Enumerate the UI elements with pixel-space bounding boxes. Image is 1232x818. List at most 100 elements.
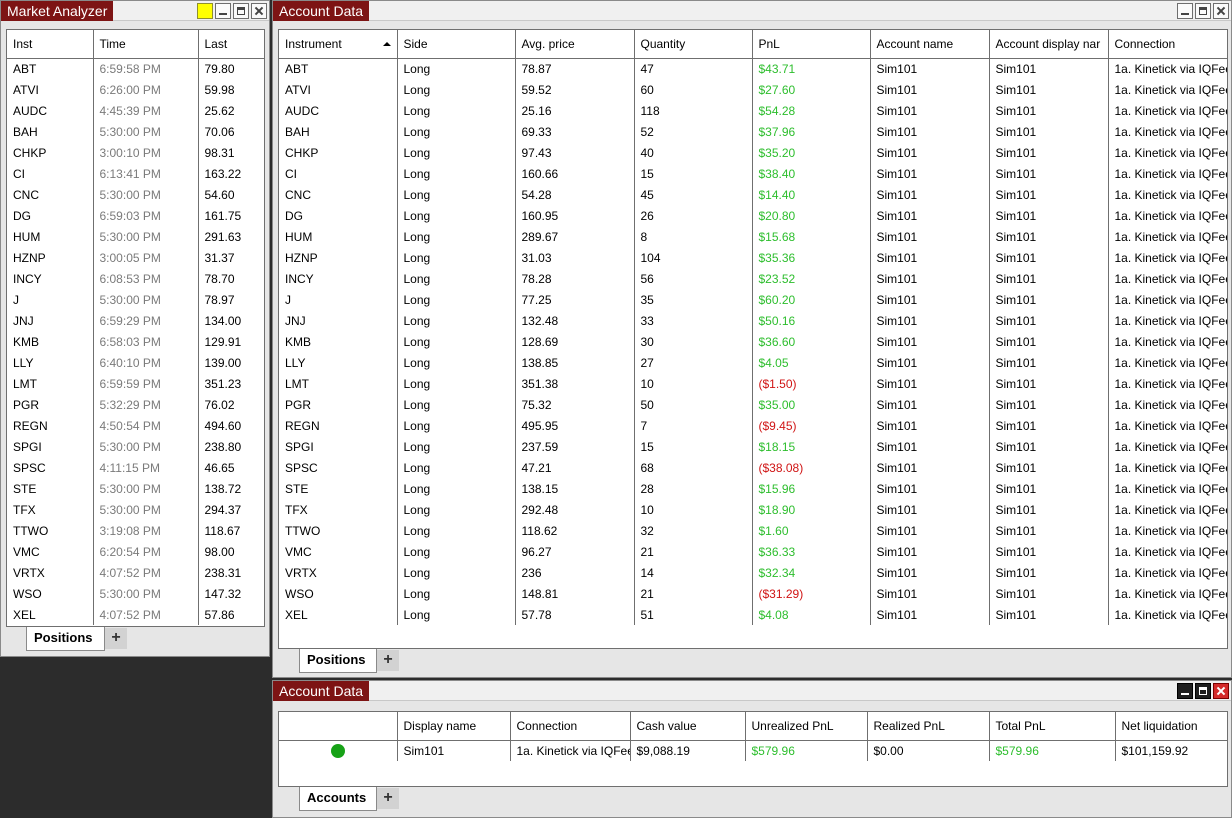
table-row[interactable]: AUDC Long 25.16 118 $54.28 Sim101 Sim101 1a. Ki…	[279, 100, 1227, 121]
account-name-cell: Sim101	[870, 100, 990, 121]
table-row[interactable]: KMB Long 128.69 30 $36.60 Sim101 Sim101 1a. Kin…	[279, 331, 1227, 352]
account-display-name-cell: Sim101	[989, 478, 1109, 499]
minimize-icon[interactable]	[215, 3, 231, 19]
table-row[interactable]: HZNP 3:00:05 PM 31.37	[7, 247, 264, 268]
table-row[interactable]: JNJ 6:59:29 PM 134.00	[7, 310, 264, 331]
table-row[interactable]: CI Long 160.66 15 $38.40 Sim101 Sim101 1a. Kine…	[279, 163, 1227, 184]
table-row[interactable]: REGN Long 495.95 7 ($9.45) Sim101 Sim101 1a. Ki…	[279, 415, 1227, 436]
column-header-realized-pnl[interactable]: Realized PnL	[867, 712, 990, 741]
add-tab-button[interactable]: +	[377, 650, 399, 671]
column-header-inst[interactable]: Inst	[7, 30, 94, 59]
table-row[interactable]: CNC 5:30:00 PM 54.60	[7, 184, 264, 205]
table-row[interactable]: HUM Long 289.67 8 $15.68 Sim101 Sim101 1a. Kine…	[279, 226, 1227, 247]
table-row[interactable]: TTWO 3:19:08 PM 118.67	[7, 520, 264, 541]
table-row[interactable]: SPGI Long 237.59 15 $18.15 Sim101 Sim101 1a. Ki…	[279, 436, 1227, 457]
table-row[interactable]: SPGI 5:30:00 PM 238.80	[7, 436, 264, 457]
market-analyzer-titlebar[interactable]: Market Analyzer	[1, 1, 269, 21]
table-row[interactable]: DG Long 160.95 26 $20.80 Sim101 Sim101 1a. Kine…	[279, 205, 1227, 226]
table-row[interactable]: BAH 5:30:00 PM 70.06	[7, 121, 264, 142]
table-row[interactable]: LMT Long 351.38 10 ($1.50) Sim101 Sim101 1a. Ki…	[279, 373, 1227, 394]
column-header-unrealized-pnl[interactable]: Unrealized PnL	[745, 712, 868, 741]
table-row[interactable]: VRTX 4:07:52 PM 238.31	[7, 562, 264, 583]
table-row[interactable]: TFX 5:30:00 PM 294.37	[7, 499, 264, 520]
table-row[interactable]: REGN 4:50:54 PM 494.60	[7, 415, 264, 436]
account-display-name-cell: Sim101	[989, 562, 1109, 583]
account-display-name-cell: Sim101	[989, 520, 1109, 541]
maximize-icon[interactable]	[1195, 3, 1211, 19]
minimize-icon[interactable]	[1177, 3, 1193, 19]
table-row[interactable]: AUDC 4:45:39 PM 25.62	[7, 100, 264, 121]
table-row[interactable]: WSO 5:30:00 PM 147.32	[7, 583, 264, 604]
table-row[interactable]: INCY Long 78.28 56 $23.52 Sim101 Sim101 1a. Kin…	[279, 268, 1227, 289]
table-row[interactable]: VRTX Long 236 14 $32.34 Sim101 Sim101 1a. Kinet…	[279, 562, 1227, 583]
table-row[interactable]: HUM 5:30:00 PM 291.63	[7, 226, 264, 247]
table-row[interactable]: PGR Long 75.32 50 $35.00 Sim101 Sim101 1a. Kine…	[279, 394, 1227, 415]
link-color-icon[interactable]	[197, 3, 213, 19]
table-row[interactable]: STE 5:30:00 PM 138.72	[7, 478, 264, 499]
column-header-last[interactable]: Last	[198, 30, 264, 59]
table-row[interactable]: CHKP 3:00:10 PM 98.31	[7, 142, 264, 163]
table-row[interactable]: SPSC 4:11:15 PM 46.65	[7, 457, 264, 478]
table-row[interactable]: XEL 4:07:52 PM 57.86	[7, 604, 264, 625]
table-row[interactable]: ABT Long 78.87 47 $43.71 Sim101 Sim101 1a. Kine…	[279, 58, 1227, 79]
table-row[interactable]: CHKP Long 97.43 40 $35.20 Sim101 Sim101 1a. Kin…	[279, 142, 1227, 163]
close-icon[interactable]	[1213, 683, 1229, 699]
table-row[interactable]: HZNP Long 31.03 104 $35.36 Sim101 Sim101 1a. Ki…	[279, 247, 1228, 268]
column-header-side[interactable]: Side	[397, 30, 516, 59]
table-row[interactable]: XEL Long 57.78 51 $4.08 Sim101 Sim101 1a. Kinet…	[279, 604, 1227, 625]
table-row[interactable]: WSO Long 148.81 21 ($31.29) Sim101 Sim101 1a. K…	[279, 583, 1227, 604]
column-header-net-liquidation[interactable]: Net liquidation	[1115, 712, 1227, 741]
column-header-pnl[interactable]: PnL	[752, 30, 871, 59]
tab-positions[interactable]: Positions	[299, 649, 377, 673]
maximize-icon[interactable]	[233, 3, 249, 19]
minimize-icon[interactable]	[1177, 683, 1193, 699]
table-row[interactable]: DG 6:59:03 PM 161.75	[7, 205, 264, 226]
quantity-cell: 68	[634, 457, 753, 478]
pnl-cell: ($31.29)	[752, 583, 871, 604]
positions-titlebar[interactable]: Account Data	[273, 1, 1231, 21]
table-row[interactable]: CI 6:13:41 PM 163.22	[7, 163, 264, 184]
table-row[interactable]: ATVI Long 59.52 60 $27.60 Sim101 Sim101 1a. Kin…	[279, 79, 1227, 100]
table-row[interactable]: J Long 77.25 35 $60.20 Sim101 Sim101 1a. Kineti…	[279, 289, 1227, 310]
column-header-account-name[interactable]: Account name	[870, 30, 990, 59]
table-row[interactable]: SPSC Long 47.21 68 ($38.08) Sim101 Sim101 1a. K…	[279, 457, 1227, 478]
table-row[interactable]: CNC Long 54.28 45 $14.40 Sim101 Sim101 1a. Kine…	[279, 184, 1227, 205]
close-icon[interactable]	[251, 3, 267, 19]
table-row[interactable]: ABT 6:59:58 PM 79.80	[7, 58, 264, 79]
account-row[interactable]: Sim101 1a. Kinetick via IQFeed $9,088.19…	[279, 740, 1227, 761]
table-row[interactable]: TFX Long 292.48 10 $18.90 Sim101 Sim101 1a. Kin…	[279, 499, 1227, 520]
column-header-status[interactable]	[279, 712, 398, 741]
column-header-account-display-name[interactable]: Account display nar	[989, 30, 1109, 59]
add-tab-button[interactable]: +	[105, 628, 127, 649]
close-icon[interactable]	[1213, 3, 1229, 19]
column-header-total-pnl[interactable]: Total PnL	[989, 712, 1116, 741]
column-header-cash-value[interactable]: Cash value	[630, 712, 746, 741]
maximize-icon[interactable]	[1195, 683, 1211, 699]
table-row[interactable]: JNJ Long 132.48 33 $50.16 Sim101 Sim101 1a. Kin…	[279, 310, 1227, 331]
column-header-avg-price[interactable]: Avg. price	[515, 30, 635, 59]
table-row[interactable]: KMB 6:58:03 PM 129.91	[7, 331, 264, 352]
table-row[interactable]: LMT 6:59:59 PM 351.23	[7, 373, 264, 394]
column-header-instrument[interactable]: Instrument	[279, 30, 398, 59]
column-header-connection[interactable]: Connection	[510, 712, 631, 741]
connection-cell: 1a. Kinetick via IQFeed	[1114, 250, 1228, 265]
table-row[interactable]: BAH Long 69.33 52 $37.96 Sim101 Sim101 1a. Kine…	[279, 121, 1227, 142]
table-row[interactable]: ATVI 6:26:00 PM 59.98	[7, 79, 264, 100]
column-header-connection[interactable]: Connection	[1108, 30, 1227, 59]
table-row[interactable]: LLY 6:40:10 PM 139.00	[7, 352, 264, 373]
accounts-titlebar[interactable]: Account Data	[273, 681, 1231, 701]
table-row[interactable]: TTWO Long 118.62 32 $1.60 Sim101 Sim101 1a. Kin…	[279, 520, 1227, 541]
tab-positions[interactable]: Positions	[26, 627, 105, 651]
table-row[interactable]: VMC 6:20:54 PM 98.00	[7, 541, 264, 562]
table-row[interactable]: INCY 6:08:53 PM 78.70	[7, 268, 264, 289]
table-row[interactable]: VMC Long 96.27 21 $36.33 Sim101 Sim101 1a. Kine…	[279, 541, 1227, 562]
table-row[interactable]: PGR 5:32:29 PM 76.02	[7, 394, 264, 415]
column-header-time[interactable]: Time	[93, 30, 199, 59]
add-tab-button[interactable]: +	[377, 788, 399, 809]
table-row[interactable]: LLY Long 138.85 27 $4.05 Sim101 Sim101 1a. Kine…	[279, 352, 1227, 373]
tab-accounts[interactable]: Accounts	[299, 787, 377, 811]
column-header-display-name[interactable]: Display name	[397, 712, 511, 741]
table-row[interactable]: J 5:30:00 PM 78.97	[7, 289, 264, 310]
column-header-quantity[interactable]: Quantity	[634, 30, 753, 59]
table-row[interactable]: STE Long 138.15 28 $15.96 Sim101 Sim101 1a. Kin…	[279, 478, 1227, 499]
